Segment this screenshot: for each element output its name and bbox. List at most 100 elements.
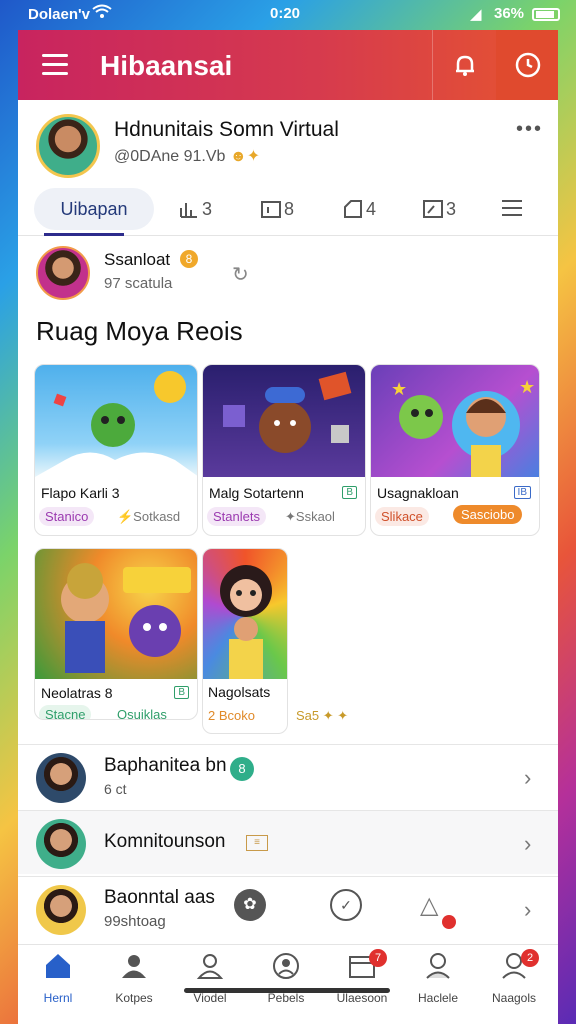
nav-label: Hernl xyxy=(43,991,73,1005)
more-options-icon[interactable]: ••• xyxy=(516,118,543,141)
row-subtitle: 99shtoag xyxy=(104,913,166,930)
chevron-right-icon: › xyxy=(524,897,532,922)
nav-label: Haclele xyxy=(417,991,459,1005)
refresh-icon[interactable]: ↻ xyxy=(232,262,249,287)
nav-haclele[interactable]: Haclele xyxy=(400,951,476,1005)
card-title: Neolatras 8 xyxy=(41,685,113,701)
home-icon xyxy=(43,951,73,985)
author-badge: 8 xyxy=(180,250,198,268)
nav-badge: 7 xyxy=(369,949,387,967)
menu-icon[interactable] xyxy=(42,54,68,76)
status-bar: Dolaen'v 0:20 ◢ 36% xyxy=(0,0,576,30)
row-avatar xyxy=(36,753,86,803)
card-title: Nagolsats xyxy=(208,684,271,700)
battery-percent: 36% xyxy=(494,5,525,22)
game-card[interactable]: Malg Sotartenn B Stanlets ✦Sskaol xyxy=(202,364,366,536)
wifi-icon xyxy=(92,4,112,24)
row-title: Baonntal aas xyxy=(104,887,215,908)
row-subtitle: 6 ct xyxy=(104,781,127,797)
author-avatar[interactable] xyxy=(36,246,90,300)
nav-naagols[interactable]: 2 Naagols xyxy=(476,949,552,1005)
card-meta: Sa5 ✦ ✦ xyxy=(296,708,349,723)
alert-dot-icon xyxy=(442,915,456,929)
card-title: Flapo Karli 3 xyxy=(41,485,120,501)
chevron-right-icon: › xyxy=(524,765,532,790)
tab-chart[interactable]: 3 xyxy=(178,198,212,224)
list-item[interactable]: Baonntal aas 99shtoag ✿ ✓ △ › xyxy=(18,876,558,940)
profile-subtitle: @0DAne 91.Vb ☻✦ xyxy=(114,146,260,166)
card-thumbnail xyxy=(35,365,197,477)
clock-icon xyxy=(515,52,541,78)
chat-icon[interactable]: ✓ xyxy=(330,889,362,921)
row-title: Komnitounson xyxy=(104,831,226,852)
carrier-label: Dolaen'v xyxy=(28,6,90,23)
card-thumbnail xyxy=(203,365,365,477)
calendar-icon xyxy=(261,201,281,219)
nav-ulaesoon[interactable]: 7 Ulaesoon xyxy=(324,949,400,1005)
svg-text:★: ★ xyxy=(519,377,535,397)
svg-text:★: ★ xyxy=(391,379,407,399)
card-title: Usagnakloan xyxy=(377,485,459,501)
emoji-icon: ☻✦ xyxy=(229,148,261,165)
app-header: Hibaansai xyxy=(18,30,558,100)
nav-label: Naagols xyxy=(491,991,537,1005)
card-title: Malg Sotartenn xyxy=(209,485,304,501)
profile-circle-icon xyxy=(271,951,301,985)
tab-active[interactable]: Uibapan xyxy=(34,188,154,236)
card-chip: 2 Bcoko xyxy=(208,708,255,723)
row-badge: 8 xyxy=(230,757,254,781)
card-thumbnail xyxy=(203,549,287,679)
list-item[interactable]: Baphanitea bn 8 6 ct › xyxy=(18,744,558,808)
card-chip: Slikace xyxy=(375,507,429,526)
clock-button[interactable] xyxy=(496,30,558,100)
card-action-button[interactable]: Sasciobo xyxy=(453,505,523,524)
row-avatar xyxy=(36,885,86,935)
author-subtitle: 97 scatula xyxy=(104,275,173,292)
profile-name: Hdnunitais Somn Virtual xyxy=(114,118,339,141)
nav-label: Ulaesoon xyxy=(336,991,388,1005)
bell-icon xyxy=(456,55,474,76)
card-meta: Osuiklas xyxy=(117,707,167,720)
row-title: Baphanitea bn xyxy=(104,755,227,776)
nav-viodel[interactable]: Viodel xyxy=(172,951,248,1005)
tab-menu-icon[interactable] xyxy=(500,196,524,222)
nav-home[interactable]: Hernl xyxy=(20,951,96,1005)
bell-outline-icon[interactable]: △ xyxy=(420,891,438,920)
card-badge: IB xyxy=(513,486,531,499)
card-chip: Stanlets xyxy=(207,507,266,526)
nav-kotpes[interactable]: Kotpes xyxy=(96,951,172,1005)
game-card[interactable]: ★ ★ Usagnakloan IB Slikace Sasciobo xyxy=(370,364,540,536)
nav-label: Pebels xyxy=(267,991,305,1005)
game-card[interactable] xyxy=(202,548,288,734)
tab-calendar-count: 8 xyxy=(284,198,295,219)
tag-icon xyxy=(344,200,362,219)
document-icon: ≡ xyxy=(246,835,268,851)
image-icon xyxy=(423,200,443,219)
nav-badge: 2 xyxy=(521,949,539,967)
nav-pebels[interactable]: Pebels xyxy=(248,951,324,1005)
tab-image-count: 3 xyxy=(446,198,457,219)
notifications-button[interactable] xyxy=(432,30,496,100)
account-icon: 2 xyxy=(499,949,539,985)
game-card[interactable]: Flapo Karli 3 Stanico ⚡Sotkasd xyxy=(34,364,198,536)
nav-label: Viodel xyxy=(193,991,227,1005)
battery-icon xyxy=(532,8,560,21)
profile-subtitle-text: @0DAne 91.Vb xyxy=(114,148,226,165)
game-card[interactable]: Neolatras 8 B Stacne Osuiklas xyxy=(34,548,198,720)
signal-icon: ◢ xyxy=(470,6,482,23)
inbox-icon: 7 xyxy=(347,949,387,985)
tab-calendar[interactable]: 8 xyxy=(260,198,294,224)
chevron-right-icon: › xyxy=(524,831,532,856)
tab-image[interactable]: 3 xyxy=(422,198,456,224)
profile-avatar[interactable] xyxy=(36,114,100,178)
clock: 0:20 xyxy=(270,5,301,22)
card-thumbnail: ★ ★ xyxy=(371,365,539,477)
user-icon xyxy=(195,951,225,985)
tab-tag[interactable]: 4 xyxy=(342,198,376,224)
home-indicator[interactable] xyxy=(184,988,390,993)
tab-chart-count: 3 xyxy=(202,198,213,219)
people-icon xyxy=(119,951,149,985)
list-item[interactable]: Komnitounson ≡ › xyxy=(18,810,558,874)
person-icon xyxy=(423,951,453,985)
settings-icon[interactable]: ✿ xyxy=(234,889,266,921)
